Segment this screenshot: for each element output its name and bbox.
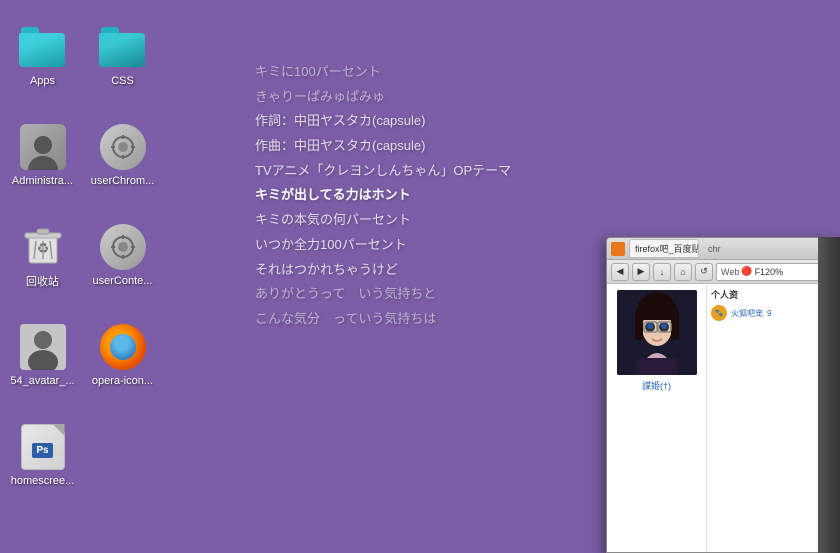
desktop: Apps CSS Administra... <box>0 0 840 553</box>
userchrome-label: userChrom... <box>91 175 155 187</box>
recycle-bin-icon: ♻ <box>19 221 67 269</box>
home-button[interactable]: ⌂ <box>674 263 692 281</box>
tab1-label: firefox吧_百度贴吧 <box>635 242 699 255</box>
user-avatar-small: 🐾 <box>711 305 727 321</box>
icon-opera[interactable]: opera-icon... <box>85 305 160 405</box>
partial-window-edge <box>818 237 840 553</box>
lyric-line-10: こんな気分 っていう気持ちは <box>255 307 605 332</box>
css-label: CSS <box>111 75 134 87</box>
user1-level: 9 <box>767 309 771 318</box>
icon-userchrome[interactable]: userChrom... <box>85 105 160 205</box>
browser-content: 謀姫(†) 个人资 🐾 火狐吧宠 9 <box>607 284 839 552</box>
icon-avatar[interactable]: 54_avatar_... <box>5 305 80 405</box>
avatar-label: 54_avatar_... <box>10 375 74 387</box>
opera-icon <box>99 323 147 371</box>
user-row-1: 🐾 火狐吧宠 9 <box>711 305 835 321</box>
administrator-icon <box>19 123 67 171</box>
lyric-line-7: いつか全力100パーセント <box>255 233 605 258</box>
opera-label: opera-icon... <box>92 375 153 387</box>
lyric-line-4: TVアニメ「クレヨンしんちゃん」OPテーマ <box>255 159 605 184</box>
user1-name: 火狐吧宠 <box>731 308 763 319</box>
userchrome-icon <box>99 123 147 171</box>
icon-apps[interactable]: Apps <box>5 5 80 105</box>
recycle-label: 回收站 <box>26 273 59 289</box>
lyric-line-1: きゃりーぱみゅぱみゅ <box>255 85 605 110</box>
lyric-line-5: キミが出してる力はホント <box>255 183 605 208</box>
psd-file-icon: Ps <box>19 423 67 471</box>
apps-folder-icon <box>19 23 67 71</box>
css-folder-icon <box>99 23 147 71</box>
browser-titlebar: firefox吧_百度贴吧 chr <box>607 238 839 260</box>
browser-tab-1[interactable]: firefox吧_百度贴吧 <box>629 239 699 258</box>
icon-administrator[interactable]: Administra... <box>5 105 80 205</box>
icon-usercontent[interactable]: userConte... <box>85 205 160 305</box>
browser-tab-2[interactable]: chr <box>703 242 726 256</box>
apps-label: Apps <box>30 75 55 87</box>
icon-homescreen[interactable]: Ps homescree... <box>5 405 80 505</box>
content-body: 謀姫(†) 个人资 🐾 火狐吧宠 9 <box>607 284 839 552</box>
icon-recycle[interactable]: ♻ 回收站 <box>5 205 80 305</box>
back-button[interactable]: ◀ <box>611 263 629 281</box>
lyric-line-8: それはつかれちゃうけど <box>255 258 605 283</box>
avatar-icon <box>19 323 67 371</box>
browser-toolbar: ◀ ▶ ↓ ⌂ ↺ Web 🔴 F120% <box>607 260 839 284</box>
svg-text:♻: ♻ <box>36 240 49 256</box>
undo-button[interactable]: ↺ <box>695 263 713 281</box>
lyric-line-6: キミの本気の何パーセント <box>255 208 605 233</box>
lyric-line-2: 作詞：中田ヤスタカ(capsule) <box>255 109 605 134</box>
homescreen-label: homescree... <box>11 475 75 487</box>
lyrics-overlay: キミに100パーセント きゃりーぱみゅぱみゅ 作詞：中田ヤスタカ(capsule… <box>255 60 605 332</box>
forward-button[interactable]: ▶ <box>632 263 650 281</box>
icon-css[interactable]: CSS <box>85 5 160 105</box>
lyric-line-3: 作曲：中田ヤスタカ(capsule) <box>255 134 605 159</box>
tab2-label: chr <box>708 244 721 254</box>
right-title: 个人资 <box>711 288 835 301</box>
icon-grid: Apps CSS Administra... <box>5 5 165 505</box>
administrator-label: Administra... <box>12 175 73 187</box>
lyric-line-0: キミに100パーセント <box>255 60 605 85</box>
profile-section: 謀姫(†) <box>607 284 707 552</box>
lyric-line-9: ありがとうって いう気持ちと <box>255 282 605 307</box>
profile-image <box>617 290 697 375</box>
usercontent-label: userConte... <box>93 275 153 287</box>
profile-name: 謀姫(†) <box>642 379 671 392</box>
firefox-favicon <box>611 242 625 256</box>
reload-button[interactable]: ↓ <box>653 263 671 281</box>
usercontent-icon <box>99 223 147 271</box>
browser-window: firefox吧_百度贴吧 chr ◀ ▶ ↓ ⌂ ↺ We <box>606 237 840 553</box>
